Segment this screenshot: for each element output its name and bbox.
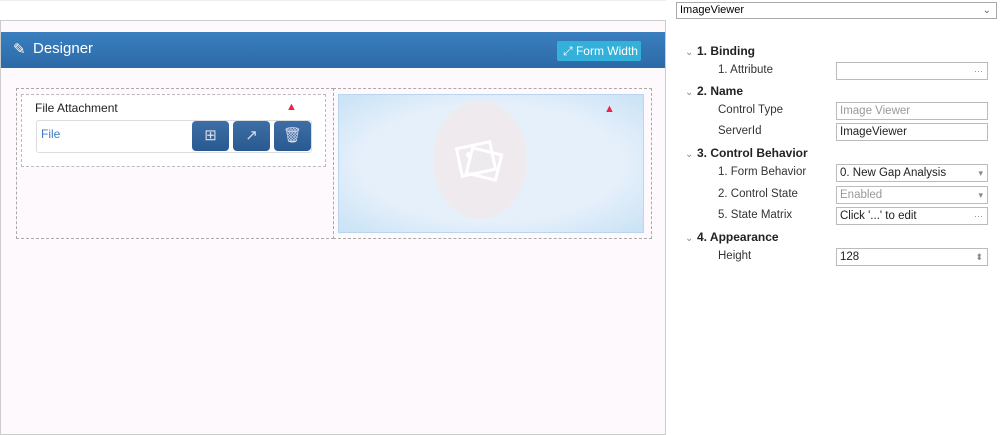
prop-label: 1. Attribute bbox=[718, 64, 773, 76]
top-strip bbox=[0, 0, 666, 21]
file-attachment-label: File Attachment bbox=[35, 101, 118, 115]
section-control-behavior[interactable]: ⌄ 3. Control Behavior bbox=[685, 146, 808, 160]
section-title: 3. Control Behavior bbox=[697, 146, 808, 160]
control-state-select: Enabled ▾ bbox=[836, 186, 988, 204]
section-title: 1. Binding bbox=[697, 44, 755, 58]
prop-value: Image Viewer bbox=[840, 105, 911, 117]
file-label: File bbox=[41, 127, 61, 141]
plus-icon: ⊞ bbox=[204, 127, 217, 144]
prop-value: Click '...' to edit bbox=[840, 210, 917, 222]
section-appearance[interactable]: ⌄ 4. Appearance bbox=[685, 230, 779, 244]
section-binding[interactable]: ⌄ 1. Binding bbox=[685, 44, 755, 58]
open-file-button[interactable]: ↗ bbox=[233, 121, 270, 151]
prop-label: 1. Form Behavior bbox=[718, 166, 807, 178]
section-title: 4. Appearance bbox=[697, 230, 779, 244]
chevron-down-icon: ⌄ bbox=[685, 47, 694, 58]
file-field: File ⊞ ↗ 🗑 bbox=[36, 120, 312, 153]
prop-label: Control Type bbox=[718, 104, 783, 116]
designer-header: ✎ Designer ⤢ Form Width bbox=[1, 32, 665, 68]
dropdown-arrow-icon: ▾ bbox=[978, 190, 983, 200]
prop-label: ServerId bbox=[718, 125, 762, 137]
prop-label: 5. State Matrix bbox=[718, 209, 793, 221]
add-file-button[interactable]: ⊞ bbox=[192, 121, 229, 151]
pencil-icon: ✎ bbox=[13, 41, 26, 58]
delete-file-button[interactable]: 🗑 bbox=[274, 121, 311, 151]
section-title: 2. Name bbox=[697, 84, 744, 98]
prop-label: 2. Control State bbox=[718, 188, 798, 200]
prop-value: ImageViewer bbox=[840, 126, 907, 138]
selected-control: ImageViewer bbox=[680, 4, 744, 16]
prop-value: 128 bbox=[840, 251, 860, 263]
designer-title: Designer bbox=[33, 40, 94, 57]
ellipsis-icon[interactable]: ··· bbox=[974, 63, 983, 79]
trash-icon: 🗑 bbox=[282, 127, 303, 144]
image-icon bbox=[454, 139, 504, 183]
file-attachment-control[interactable]: File Attachment ▲ File ⊞ ↗ 🗑 bbox=[21, 94, 326, 167]
chevron-down-icon: ⌄ bbox=[982, 5, 991, 16]
image-placeholder bbox=[433, 101, 527, 219]
form-behavior-select[interactable]: 0. New Gap Analysis ▾ bbox=[836, 164, 988, 182]
resize-icon: ⤢ bbox=[563, 44, 573, 58]
chevron-down-icon: ⌄ bbox=[685, 87, 694, 98]
prop-label: Height bbox=[718, 250, 752, 262]
prop-value: Enabled bbox=[840, 189, 883, 201]
external-link-icon: ↗ bbox=[245, 127, 258, 144]
height-stepper[interactable]: 128 ⬍ bbox=[836, 248, 988, 266]
server-id-input[interactable]: ImageViewer bbox=[836, 123, 988, 141]
control-type-input: Image Viewer bbox=[836, 102, 988, 120]
warning-icon: ▲ bbox=[286, 101, 297, 113]
prop-value: 0. New Gap Analysis bbox=[840, 167, 947, 179]
chevron-down-icon: ⌄ bbox=[685, 149, 694, 160]
state-matrix-input[interactable]: Click '...' to edit ··· bbox=[836, 207, 988, 225]
attribute-input[interactable]: ··· bbox=[836, 62, 988, 80]
form-width-button[interactable]: ⤢ Form Width bbox=[557, 41, 641, 61]
image-viewer-control[interactable]: ▲ bbox=[338, 94, 644, 233]
warning-icon: ▲ bbox=[604, 103, 615, 115]
section-name[interactable]: ⌄ 2. Name bbox=[685, 84, 743, 98]
form-width-label: Form Width bbox=[575, 44, 638, 58]
spinner-icon[interactable]: ⬍ bbox=[975, 249, 983, 265]
chevron-down-icon: ⌄ bbox=[685, 233, 694, 244]
control-selector[interactable]: ImageViewer ⌄ bbox=[676, 2, 997, 19]
dropdown-arrow-icon: ▾ bbox=[978, 168, 983, 178]
ellipsis-icon[interactable]: ··· bbox=[974, 208, 983, 224]
